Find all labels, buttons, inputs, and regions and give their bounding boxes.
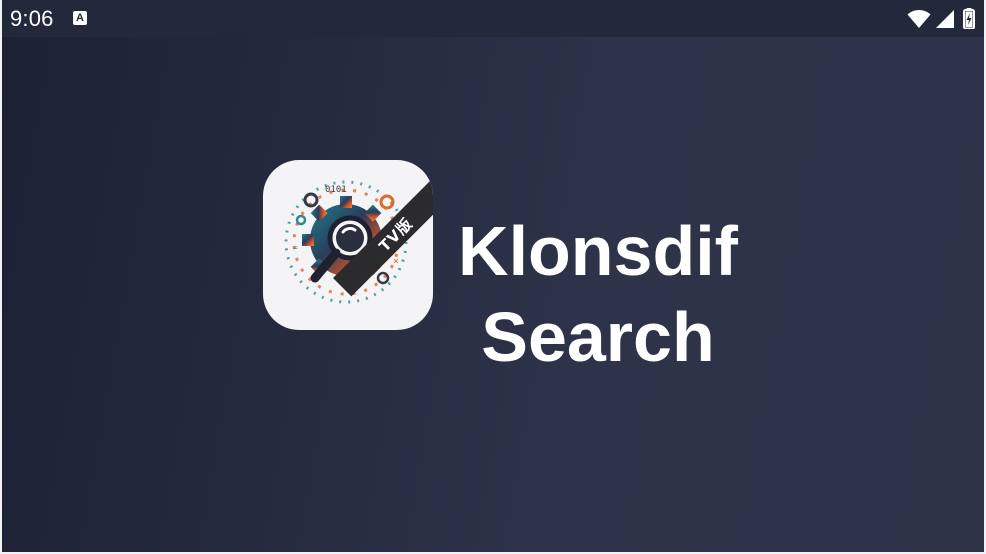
status-bar: 9:06 A: [2, 0, 984, 37]
text-a-icon: A: [73, 11, 87, 25]
svg-text:0101: 0101: [325, 185, 347, 195]
splash-screen: 9:06 A 0101 = × TV版 Klonsdif Search: [2, 0, 984, 552]
svg-text:=: =: [293, 243, 298, 252]
app-icon: 0101 = × TV版: [263, 160, 433, 330]
app-title-line-1: Klonsdif: [458, 212, 738, 290]
status-time: 9:06: [10, 6, 54, 31]
magnifier-gear-logo-icon: 0101 = ×: [284, 180, 408, 304]
cell-signal-icon: [936, 10, 954, 28]
svg-text:×: ×: [393, 256, 399, 267]
app-title-line-2: Search: [481, 298, 715, 376]
wifi-icon: [907, 10, 931, 28]
battery-charging-icon: [963, 8, 975, 29]
app-title: Klonsdif Search: [448, 208, 748, 380]
